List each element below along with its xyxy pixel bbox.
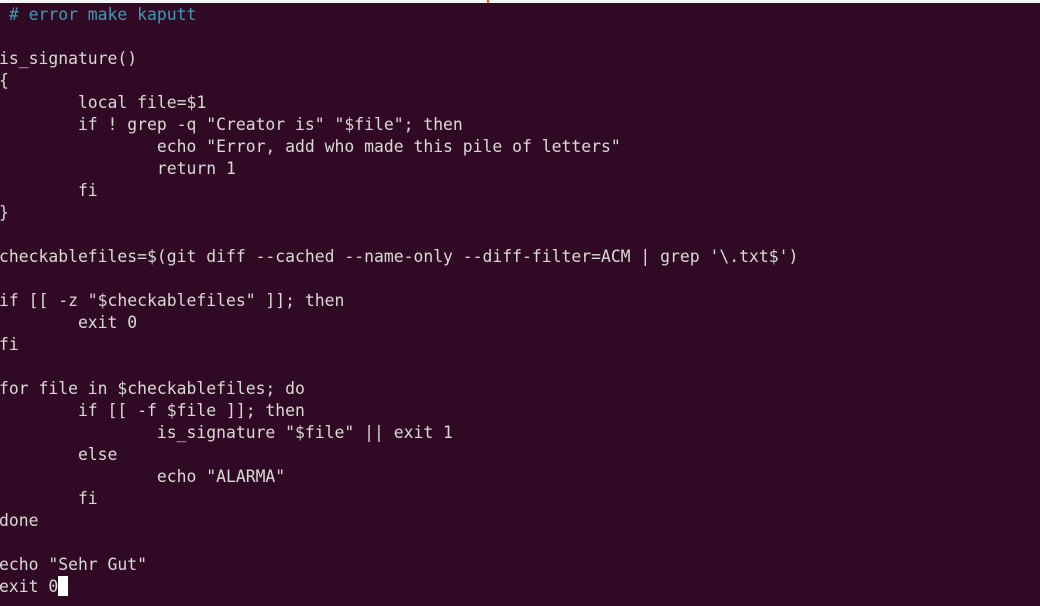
window-top-edge (0, 0, 1040, 3)
code-line: fi (0, 335, 19, 354)
code-line: echo "ALARMA" (0, 467, 286, 486)
code-line: else (0, 445, 118, 464)
code-line: fi (0, 489, 98, 508)
code-line: exit 0 (0, 313, 138, 332)
code-line: is_signature "$file" || exit 1 (0, 423, 453, 442)
code-line: return 1 (0, 159, 236, 178)
code-line-text: exit 0 (0, 577, 59, 596)
code-line: { (0, 70, 798, 92)
code-line: for file in $checkablefiles; do (0, 379, 305, 398)
code-line: echo "Sehr Gut" (0, 555, 148, 574)
code-line: if [[ -z "$checkablefiles" ]]; then (0, 291, 345, 310)
code-line: fi (0, 181, 98, 200)
code-line-last: exit 0 (0, 576, 798, 598)
code-line: echo "Error, add who made this pile of l… (0, 137, 621, 156)
code-line: checkablefiles=$(git diff --cached --nam… (0, 247, 799, 266)
code-line: if [[ -f $file ]]; then (0, 401, 305, 420)
terminal-editor[interactable]: # error make kaputt is_signature() { loc… (0, 4, 798, 598)
code-line: } (0, 202, 798, 224)
code-line-comment: # error make kaputt (0, 5, 197, 24)
code-line: local file=$1 (0, 93, 207, 112)
code-line: if ! grep -q "Creator is" "$file"; then (0, 115, 463, 134)
code-line: done (0, 511, 39, 530)
top-edge-marker (487, 0, 489, 3)
text-cursor (58, 576, 69, 596)
code-line: is_signature() (0, 49, 138, 68)
